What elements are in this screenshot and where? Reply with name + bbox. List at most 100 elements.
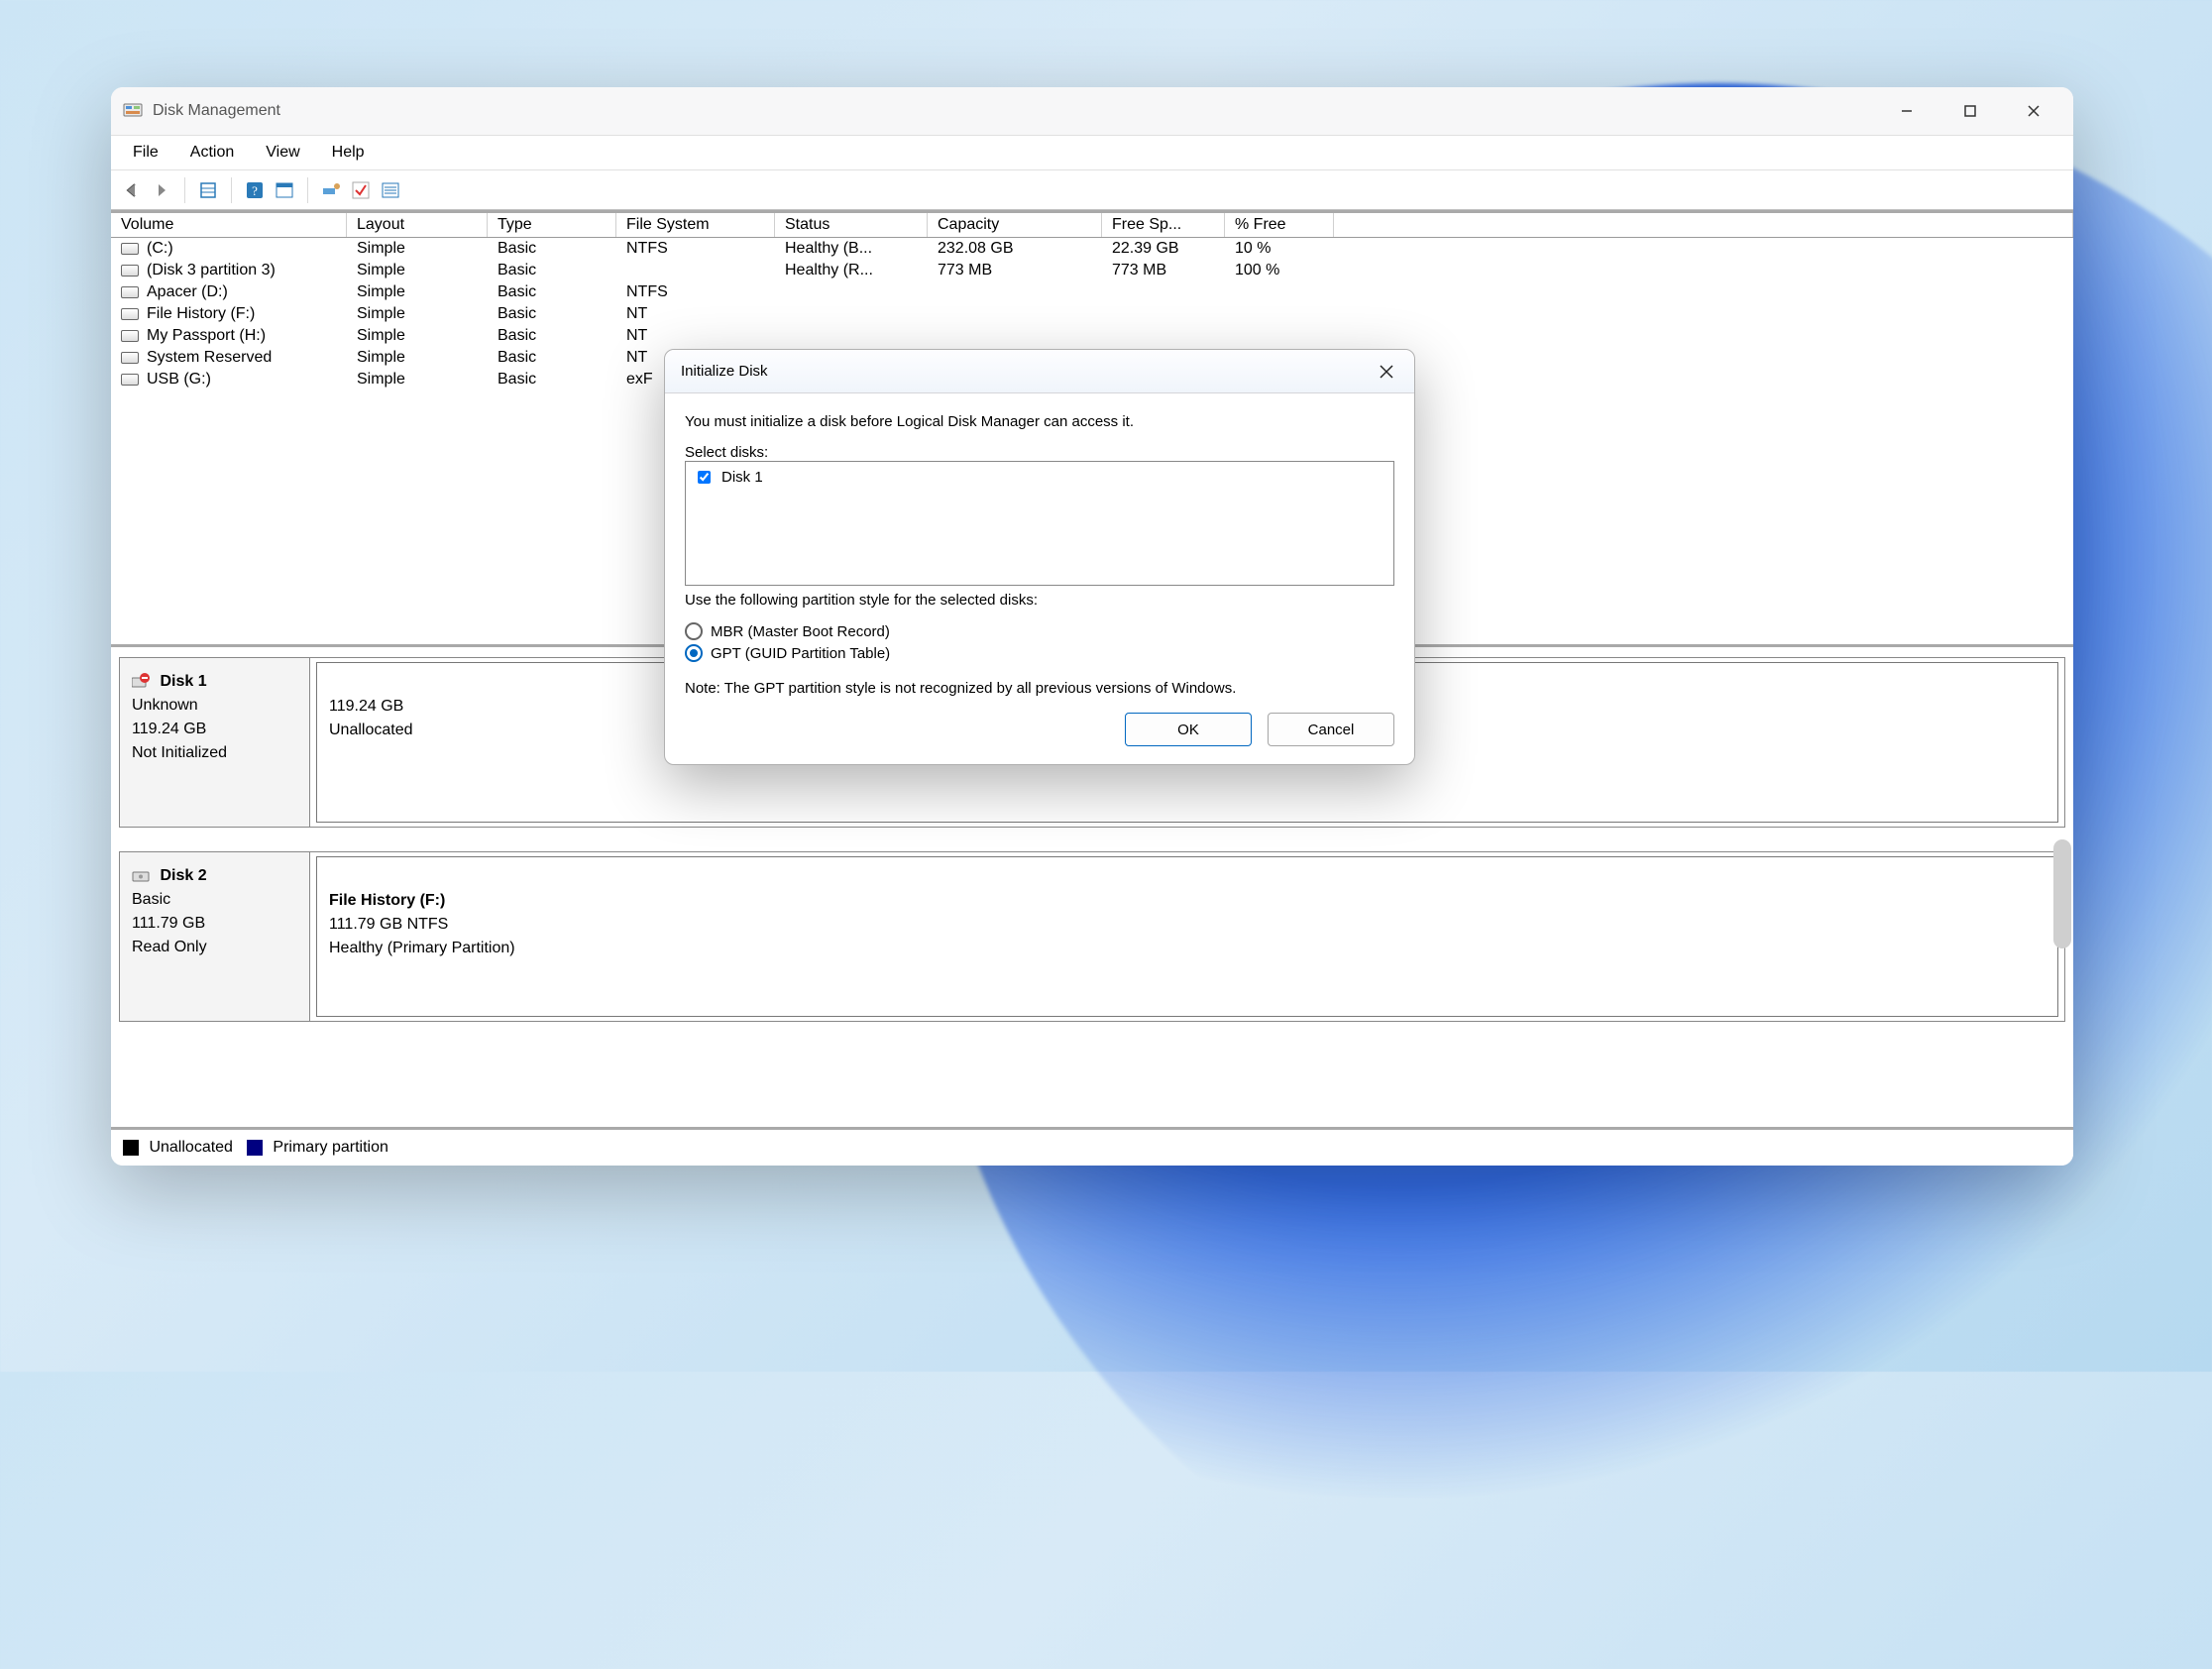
cell-pctfree: 10 % [1225,238,1334,260]
legend-unallocated: Unallocated [123,1139,233,1157]
cell-volume: (Disk 3 partition 3) [111,260,347,281]
scrollbar-thumb[interactable] [2053,839,2071,948]
menu-view[interactable]: View [250,140,315,166]
col-volume[interactable]: Volume [111,213,347,237]
toolbar-settings-button[interactable] [318,177,344,203]
toolbar-list-button[interactable] [378,177,403,203]
radio-icon [685,622,703,640]
cell-pctfree [1225,281,1334,303]
cell-fs: NT [616,325,775,347]
volume-row[interactable]: Apacer (D:)SimpleBasicNTFS [111,281,2073,303]
swatch-unallocated [123,1140,139,1156]
radio-icon [685,644,703,662]
col-capacity[interactable]: Capacity [928,213,1102,237]
cell-volume: File History (F:) [111,303,347,325]
volume-icon [121,265,139,277]
initialize-disk-dialog: Initialize Disk You must initialize a di… [664,349,1415,765]
partition-block[interactable]: File History (F:) 111.79 GB NTFS Healthy… [316,856,2058,1017]
disk-management-icon [123,101,143,121]
cancel-button[interactable]: Cancel [1268,713,1394,746]
volume-row[interactable]: (Disk 3 partition 3)SimpleBasicHealthy (… [111,260,2073,281]
disk-checkbox[interactable] [698,471,711,484]
disk-type: Basic [132,891,170,908]
cell-status: Healthy (B... [775,238,928,260]
col-pctfree[interactable]: % Free [1225,213,1334,237]
cell-volume: (C:) [111,238,347,260]
volume-icon [121,243,139,255]
cell-capacity [928,281,1102,303]
cell-fs: NTFS [616,281,775,303]
col-type[interactable]: Type [488,213,616,237]
cell-pctfree [1225,303,1334,325]
cell-capacity [928,325,1102,347]
cell-layout: Simple [347,325,488,347]
cell-pctfree [1225,325,1334,347]
radio-mbr[interactable]: MBR (Master Boot Record) [685,622,1394,640]
ok-button[interactable]: OK [1125,713,1252,746]
cell-status [775,281,928,303]
toolbar-help-button[interactable]: ? [242,177,268,203]
menubar: File Action View Help [111,135,2073,170]
disk-item-label: Disk 1 [721,469,763,486]
volume-list-header[interactable]: Volume Layout Type File System Status Ca… [111,213,2073,238]
toolbar-properties-button[interactable] [195,177,221,203]
legend-primary: Primary partition [247,1139,388,1157]
disk-error-icon [132,673,150,691]
cell-capacity: 773 MB [928,260,1102,281]
cell-capacity [928,303,1102,325]
close-button[interactable] [2002,87,2065,135]
menu-file[interactable]: File [117,140,174,166]
minimize-button[interactable] [1875,87,1938,135]
nav-back-button[interactable] [119,177,145,203]
menu-help[interactable]: Help [316,140,381,166]
cell-free: 773 MB [1102,260,1225,281]
disk-type: Unknown [132,697,198,714]
dialog-close-button[interactable] [1367,354,1406,389]
disk-select-item[interactable]: Disk 1 [694,468,1385,487]
disk-select-list[interactable]: Disk 1 [685,461,1394,586]
disk-row[interactable]: Disk 2 Basic 111.79 GB Read Only File Hi… [119,851,2065,1022]
cell-fs: NTFS [616,238,775,260]
radio-mbr-label: MBR (Master Boot Record) [711,623,890,640]
col-status[interactable]: Status [775,213,928,237]
cell-capacity: 232.08 GB [928,238,1102,260]
swatch-primary [247,1140,263,1156]
cell-fs: NT [616,303,775,325]
disk-state: Not Initialized [132,744,227,761]
titlebar[interactable]: Disk Management [111,87,2073,135]
disk-label[interactable]: Disk 1 Unknown 119.24 GB Not Initialized [120,658,310,827]
cell-type: Basic [488,369,616,390]
toolbar-separator [184,177,185,203]
col-free[interactable]: Free Sp... [1102,213,1225,237]
toolbar-separator [231,177,232,203]
col-layout[interactable]: Layout [347,213,488,237]
cell-layout: Simple [347,369,488,390]
legend-unallocated-label: Unallocated [149,1139,233,1156]
dialog-titlebar[interactable]: Initialize Disk [665,350,1414,393]
menu-action[interactable]: Action [174,140,250,166]
disk-state: Read Only [132,939,207,955]
select-disks-label: Select disks: [685,444,1394,461]
radio-gpt-label: GPT (GUID Partition Table) [711,645,890,662]
cell-type: Basic [488,303,616,325]
partition-name: File History (F:) [329,892,445,909]
dialog-title: Initialize Disk [681,363,768,380]
partition-style-label: Use the following partition style for th… [685,592,1394,609]
cell-free [1102,303,1225,325]
cell-volume: USB (G:) [111,369,347,390]
radio-gpt[interactable]: GPT (GUID Partition Table) [685,644,1394,662]
maximize-button[interactable] [1938,87,2002,135]
toolbar-detail-button[interactable] [272,177,297,203]
disk-name: Disk 2 [160,867,206,884]
cell-layout: Simple [347,347,488,369]
volume-row[interactable]: File History (F:)SimpleBasicNT [111,303,2073,325]
nav-forward-button[interactable] [149,177,174,203]
volume-row[interactable]: (C:)SimpleBasicNTFSHealthy (B...232.08 G… [111,238,2073,260]
col-fs[interactable]: File System [616,213,775,237]
cell-status [775,303,928,325]
volume-row[interactable]: My Passport (H:)SimpleBasicNT [111,325,2073,347]
toolbar-check-button[interactable] [348,177,374,203]
disk-size: 119.24 GB [132,721,206,737]
disk-label[interactable]: Disk 2 Basic 111.79 GB Read Only [120,852,310,1021]
legend-bar: Unallocated Primary partition [111,1130,2073,1166]
